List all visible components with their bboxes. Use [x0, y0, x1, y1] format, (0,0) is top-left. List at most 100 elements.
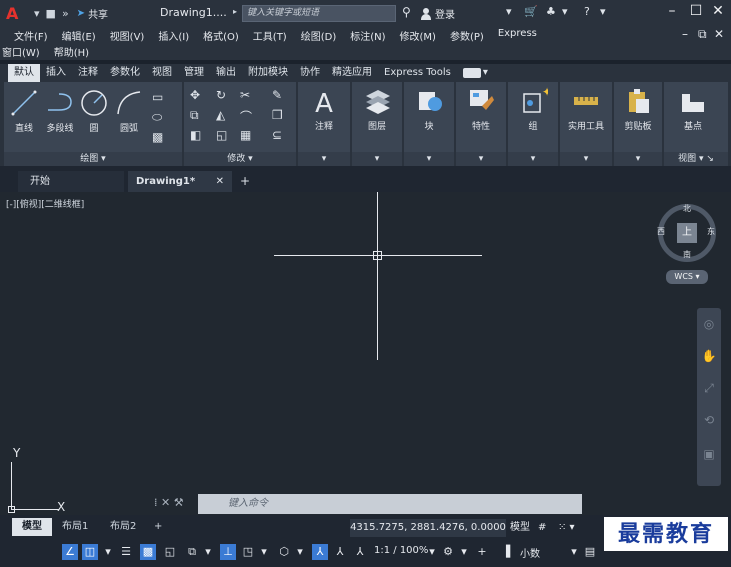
model-space-toggle[interactable]: 模型 — [510, 519, 530, 537]
add-layout-icon[interactable]: + — [154, 518, 162, 536]
menu-help[interactable]: 帮助(H) — [54, 44, 89, 60]
annotation-monitor-dropdown-icon[interactable]: ▾ — [256, 544, 272, 560]
view-panel-footer[interactable]: 视图 ▾ ↘ — [664, 152, 728, 166]
dynamic-ucs-icon[interactable]: ⊥ — [220, 544, 236, 560]
layers-dropdown-icon[interactable]: ▾ — [352, 152, 402, 166]
menu-file[interactable]: 文件(F) — [14, 28, 48, 44]
units-icon[interactable]: ▐ — [498, 544, 514, 560]
compass-north[interactable]: 北 — [683, 203, 691, 214]
modify-panel-footer[interactable]: 修改 ▾ — [184, 152, 296, 166]
group-panel[interactable]: ✦ 组 ▾ — [508, 82, 558, 166]
tab-insert[interactable]: 插入 — [40, 64, 72, 82]
properties-dropdown-icon[interactable]: ▾ — [456, 152, 506, 166]
help-icon[interactable]: ? — [584, 5, 590, 18]
zoom-extents-icon[interactable]: ⤢ — [701, 380, 717, 396]
utilities-panel[interactable]: 实用工具 ▾ — [560, 82, 612, 166]
close-icon[interactable]: ✕ — [710, 3, 726, 19]
search-expand-icon[interactable]: ▸ — [233, 7, 237, 16]
selection-cycling-icon[interactable]: ◱ — [162, 544, 178, 560]
annotation-monitor-icon[interactable]: ◳ — [240, 544, 256, 560]
compass-east[interactable]: 东 — [707, 226, 715, 237]
group-dropdown-icon[interactable]: ▾ — [508, 152, 558, 166]
scale-dropdown-icon[interactable]: ▾ — [424, 544, 440, 560]
command-input[interactable]: 键入命令 — [198, 494, 582, 514]
tab-addins[interactable]: 附加模块 — [242, 64, 294, 82]
menu-parametric[interactable]: 参数(P) — [450, 28, 484, 44]
menu-view[interactable]: 视图(V) — [110, 28, 145, 44]
line-tool[interactable]: 直线 — [8, 88, 40, 134]
fillet-icon[interactable]: ⌒ — [240, 108, 252, 125]
3d-osnap-dropdown-icon[interactable]: ▾ — [200, 544, 216, 560]
drawing-viewport[interactable]: [-][俯视][二维线框] 北 南 东 西 上 WCS ▾ ◎ ✋ ⤢ ⟲ ▣ … — [0, 192, 731, 515]
3d-osnap-icon[interactable]: ⧉ — [184, 544, 200, 560]
move-icon[interactable]: ✥ — [190, 88, 200, 102]
tab-layout2[interactable]: 布局2 — [110, 518, 136, 536]
transparency-icon[interactable]: ▩ — [140, 544, 156, 560]
units-dropdown-icon[interactable]: ▾ — [566, 544, 582, 560]
quick-properties-icon[interactable]: ▤ — [582, 544, 598, 560]
menu-draw[interactable]: 绘图(D) — [301, 28, 337, 44]
scale-icon[interactable]: ◱ — [216, 128, 227, 142]
menu-insert[interactable]: 插入(I) — [158, 28, 189, 44]
polyline-tool[interactable]: 多段线 — [42, 88, 78, 134]
rectangle-icon[interactable]: ▭ — [152, 90, 163, 104]
tab-layout1[interactable]: 布局1 — [62, 518, 88, 536]
doc-restore-icon[interactable]: ⧉ — [698, 27, 707, 42]
view-panel[interactable]: 基点 视图 ▾ ↘ — [664, 82, 728, 166]
a360-icon[interactable]: ♣ — [546, 5, 556, 18]
clipboard-dropdown-icon[interactable]: ▾ — [614, 152, 662, 166]
annotation-plus-icon[interactable]: + — [474, 544, 490, 560]
steering-wheel-icon[interactable]: ◎ — [701, 316, 717, 332]
stretch-icon[interactable]: ◧ — [190, 128, 201, 142]
login-dropdown-icon[interactable]: ▾ — [506, 5, 512, 18]
help-dropdown-icon[interactable]: ▾ — [600, 5, 606, 18]
new-file-icon[interactable]: ■ — [46, 7, 56, 20]
properties-panel[interactable]: 特性 ▾ — [456, 82, 506, 166]
search-input[interactable]: 键入关键字或短语 — [242, 5, 396, 22]
doc-minimize-icon[interactable]: – — [682, 27, 688, 41]
annotation-scale-icon[interactable]: ⅄ — [352, 544, 368, 560]
ellipse-icon[interactable]: ⬭ — [152, 110, 162, 125]
ribbon-options-dropdown-icon[interactable]: ▾ — [481, 64, 490, 82]
menu-express[interactable]: Express — [498, 28, 537, 44]
trim-icon[interactable]: ✂ — [240, 88, 250, 102]
compass-west[interactable]: 西 — [657, 226, 665, 237]
pan-hand-icon[interactable]: ✋ — [701, 348, 717, 364]
tab-model[interactable]: 模型 — [12, 518, 52, 536]
maximize-icon[interactable]: ☐ — [688, 3, 704, 19]
viewport-controls[interactable]: [-][俯视][二维线框] — [6, 197, 84, 210]
polar-icon[interactable]: ◫ — [82, 544, 98, 560]
show-motion-icon[interactable]: ▣ — [701, 446, 717, 462]
block-dropdown-icon[interactable]: ▾ — [404, 152, 454, 166]
clipboard-panel[interactable]: 剪贴板 ▾ — [614, 82, 662, 166]
rotate-icon[interactable]: ↻ — [216, 88, 226, 102]
circle-tool[interactable]: 圆 — [78, 88, 110, 134]
offset-icon[interactable]: ⊆ — [272, 128, 282, 142]
viewcube-top-face[interactable]: 上 — [677, 223, 697, 243]
menu-format[interactable]: 格式(O) — [203, 28, 239, 44]
tab-express-tools[interactable]: Express Tools — [378, 64, 457, 82]
utilities-dropdown-icon[interactable]: ▾ — [560, 152, 612, 166]
grid-icon[interactable]: # — [538, 519, 546, 537]
menu-window[interactable]: 窗口(W) — [2, 44, 40, 60]
tab-parametric[interactable]: 参数化 — [104, 64, 146, 82]
arc-tool[interactable]: 圆弧 — [112, 88, 146, 134]
a360-dropdown-icon[interactable]: ▾ — [562, 5, 568, 18]
draw-panel-footer[interactable]: 绘图 ▾ — [4, 152, 182, 166]
close-tab-icon[interactable]: ✕ — [216, 171, 224, 192]
annotation-panel[interactable]: A 注释 ▾ — [298, 82, 350, 166]
share-button[interactable]: ➤ 共享 — [77, 6, 108, 21]
snap-icon[interactable]: ⁙ ▾ — [558, 519, 575, 537]
minimize-icon[interactable]: – — [664, 3, 680, 19]
compass-south[interactable]: 南 — [683, 249, 691, 260]
isodraft-icon[interactable]: ⬡ — [276, 544, 292, 560]
auto-scale-icon[interactable]: ⅄ — [332, 544, 348, 560]
coordinates-readout[interactable]: 4315.7275, 2881.4276, 0.0000 — [350, 519, 506, 537]
doc-close-icon[interactable]: ✕ — [714, 27, 724, 41]
units-value[interactable]: 小数 — [520, 545, 540, 560]
tab-manage[interactable]: 管理 — [178, 64, 210, 82]
tab-default[interactable]: 默认 — [8, 64, 40, 82]
tab-view[interactable]: 视图 — [146, 64, 178, 82]
tab-collaborate[interactable]: 协作 — [294, 64, 326, 82]
tab-featured-apps[interactable]: 精选应用 — [326, 64, 378, 82]
